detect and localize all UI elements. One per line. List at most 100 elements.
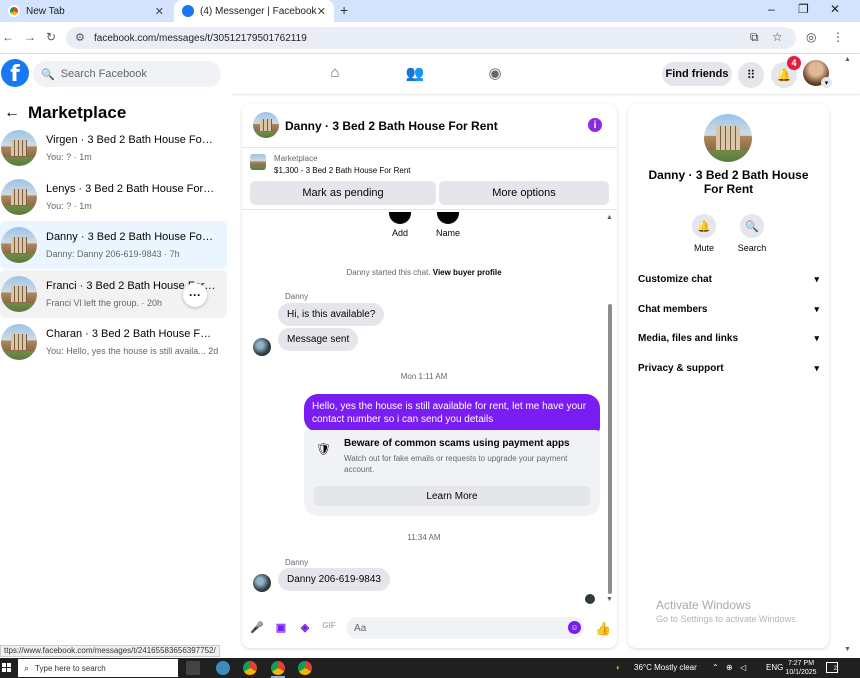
- outgoing-message: Hello, yes the house is still available …: [304, 394, 600, 432]
- close-tab-icon[interactable]: ✕: [155, 5, 164, 18]
- install-app-icon[interactable]: ⧉: [750, 30, 759, 45]
- tab-new-tab[interactable]: New Tab ✕: [0, 0, 172, 22]
- friends-icon[interactable]: 👥: [405, 64, 425, 84]
- minimize-button[interactable]: –: [768, 2, 775, 16]
- facebook-search-input[interactable]: 🔍 Search Facebook: [33, 61, 221, 87]
- facebook-header: f 🔍 Search Facebook ⌂ 👥 ◉ Find friends ⠿…: [0, 54, 860, 94]
- scroll-down-icon[interactable]: ▼: [844, 646, 851, 653]
- media-files-links-section[interactable]: Media, files and links ▾: [638, 333, 819, 344]
- privacy-support-section[interactable]: Privacy & support ▾: [638, 363, 819, 374]
- home-icon[interactable]: ⌂: [325, 64, 345, 84]
- groups-icon[interactable]: ◉: [485, 64, 505, 84]
- new-tab-button[interactable]: +: [340, 2, 348, 18]
- search-placeholder: Search Facebook: [60, 68, 147, 80]
- listing-thumbnail[interactable]: [704, 114, 752, 162]
- network-icon[interactable]: ⊕: [726, 663, 733, 672]
- info-icon[interactable]: i: [588, 118, 602, 132]
- profile-icon[interactable]: ◎: [806, 30, 816, 44]
- menu-grid-icon[interactable]: ⠿: [738, 62, 764, 88]
- menu-kebab-icon[interactable]: ⋮: [832, 30, 844, 44]
- chat-members-section[interactable]: Chat members ▾: [638, 304, 819, 315]
- timestamp: 11:34 AM: [407, 533, 441, 542]
- facebook-logo-icon[interactable]: f: [1, 59, 29, 87]
- message-input[interactable]: Aa: [346, 617, 584, 639]
- close-tab-icon[interactable]: ✕: [317, 5, 326, 18]
- action-label: Search: [737, 243, 767, 253]
- search-placeholder: Type here to search: [35, 663, 106, 673]
- notification-center-icon[interactable]: 2: [826, 662, 838, 673]
- photo-icon[interactable]: ▣: [274, 621, 288, 635]
- address-bar-row: ← → ↻ ⚙ facebook.com/messages/t/30512179…: [0, 22, 860, 54]
- scroll-down-icon[interactable]: ▼: [606, 596, 613, 603]
- thumbs-up-icon[interactable]: 👍: [595, 621, 611, 636]
- forward-icon[interactable]: →: [24, 30, 36, 44]
- url-text: facebook.com/messages/t/3051217950176211…: [94, 32, 307, 44]
- more-options-button[interactable]: More options: [439, 181, 609, 205]
- incoming-message: Hi, is this available?: [278, 303, 385, 326]
- list-item[interactable]: Danny · 3 Bed 2 Bath House For R... Dann…: [0, 221, 227, 269]
- gif-icon[interactable]: GIF: [322, 621, 336, 635]
- listing-thumbnail[interactable]: [250, 154, 266, 170]
- list-item[interactable]: Virgen · 3 Bed 2 Bath House For R... You…: [0, 124, 227, 172]
- taskbar-search-input[interactable]: ⌕ Type here to search: [18, 659, 178, 677]
- listing-detail[interactable]: $1,300 - 3 Bed 2 Bath House For Rent: [274, 166, 411, 175]
- tray-chevron-icon[interactable]: ⌃: [712, 663, 719, 672]
- scam-warning-description: Watch out for fake emails or requests to…: [344, 454, 568, 474]
- mute-button[interactable]: 🔔 Mute: [684, 214, 724, 253]
- list-item[interactable]: Charan · 3 Bed 2 Bath House For R... You…: [0, 318, 227, 366]
- link-preview-status: ttps://www.facebook.com/messages/t/24165…: [0, 645, 220, 657]
- sender-name: Danny: [285, 558, 309, 567]
- listing-thumbnail[interactable]: [253, 112, 279, 138]
- action-label: Name: [435, 228, 460, 238]
- search-button[interactable]: 🔍 Search: [732, 214, 772, 253]
- tab-messenger[interactable]: (4) Messenger | Facebook ✕: [174, 0, 334, 22]
- volume-icon[interactable]: ◁: [740, 663, 746, 672]
- chat-title[interactable]: Danny · 3 Bed 2 Bath House For Rent: [285, 119, 498, 133]
- weather-text[interactable]: 36°C Mostly clear: [634, 663, 697, 672]
- microphone-icon[interactable]: 🎤: [250, 621, 264, 635]
- chrome-icon[interactable]: [271, 661, 285, 678]
- windows-start-icon[interactable]: [2, 663, 12, 673]
- scroll-up-icon[interactable]: ▲: [844, 56, 851, 63]
- bookmark-star-icon[interactable]: ☆: [772, 30, 783, 44]
- account-avatar[interactable]: ▾: [803, 60, 832, 88]
- restore-button[interactable]: ❐: [798, 2, 809, 16]
- app-icon[interactable]: [216, 661, 230, 675]
- chrome-icon[interactable]: [243, 661, 257, 675]
- back-arrow-icon[interactable]: ←: [4, 104, 20, 122]
- sender-avatar[interactable]: [253, 338, 271, 356]
- name-chat-action[interactable]: Name: [428, 212, 468, 238]
- close-window-button[interactable]: ✕: [830, 2, 840, 16]
- marketplace-chat-list: ← Marketplace Virgen · 3 Bed 2 Bath Hous…: [0, 94, 232, 656]
- add-people-action[interactable]: Add: [380, 212, 420, 238]
- list-item[interactable]: Franci · 3 Bed 2 Bath House For Rent Fra…: [0, 270, 227, 318]
- emoji-icon[interactable]: ☺: [568, 621, 581, 634]
- chat-info-panel: Danny · 3 Bed 2 Bath House For Rent 🔔 Mu…: [628, 104, 829, 648]
- mark-as-pending-button[interactable]: Mark as pending: [250, 181, 436, 205]
- page-scrollbar[interactable]: ▲ ▼: [844, 54, 852, 658]
- search-icon: 🔍: [41, 68, 55, 81]
- sticker-icon[interactable]: ◈: [298, 621, 312, 635]
- taskbar-clock[interactable]: 7:27 PM 10/1/2025: [780, 659, 822, 677]
- chat-scrollbar[interactable]: ▲ ▼: [606, 214, 613, 606]
- url-bar[interactable]: ⚙ facebook.com/messages/t/30512179501762…: [66, 27, 796, 49]
- site-info-icon[interactable]: ⚙: [75, 31, 85, 44]
- seen-avatar-indicator: [585, 594, 595, 604]
- sender-avatar[interactable]: [253, 574, 271, 592]
- back-icon[interactable]: ←: [2, 30, 14, 44]
- more-options-button[interactable]: ···: [183, 283, 207, 307]
- find-friends-button[interactable]: Find friends: [662, 62, 732, 86]
- customize-chat-section[interactable]: Customize chat ▾: [638, 274, 819, 285]
- scrollbar-thumb[interactable]: [608, 304, 612, 594]
- weather-icon[interactable]: ◐: [616, 663, 621, 672]
- chrome-icon[interactable]: [298, 661, 312, 675]
- task-view-icon[interactable]: [186, 661, 200, 675]
- learn-more-button[interactable]: Learn More: [314, 486, 590, 506]
- view-buyer-profile-link[interactable]: View buyer profile: [433, 268, 502, 277]
- scam-warning-card: 🛡 Beware of common scams using payment a…: [304, 430, 600, 516]
- scroll-up-icon[interactable]: ▲: [606, 214, 613, 221]
- list-item[interactable]: Lenys · 3 Bed 2 Bath House For Rent You:…: [0, 173, 227, 221]
- conversation-name: Lenys · 3 Bed 2 Bath House For Rent: [46, 183, 216, 195]
- chevron-down-icon: ▾: [814, 304, 819, 314]
- reload-icon[interactable]: ↻: [46, 30, 56, 44]
